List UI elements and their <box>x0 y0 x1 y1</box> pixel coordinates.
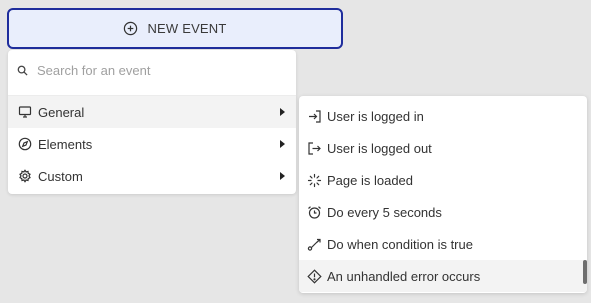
menu-item-label: General <box>38 104 85 120</box>
monitor-icon <box>18 105 32 119</box>
menu-item-custom[interactable]: Custom <box>8 160 296 192</box>
submenu-item-page-loaded[interactable]: Page is loaded <box>299 164 587 196</box>
submenu-item-condition-true[interactable]: Do when condition is true <box>299 228 587 260</box>
chevron-right-icon <box>280 108 285 116</box>
menu-item-label: Elements <box>38 136 93 152</box>
submenu-item-user-logged-in[interactable]: User is logged in <box>299 100 587 132</box>
compass-icon <box>18 137 32 151</box>
loader-icon <box>307 173 322 188</box>
submenu-item-label: Do every 5 seconds <box>327 204 442 220</box>
submenu-item-label: Do when condition is true <box>327 236 473 252</box>
logout-icon <box>307 141 322 156</box>
chevron-right-icon <box>280 172 285 180</box>
search-row <box>8 50 296 90</box>
gear-icon <box>18 169 32 183</box>
menu-item-elements[interactable]: Elements <box>8 128 296 160</box>
submenu-item-user-logged-out[interactable]: User is logged out <box>299 132 587 164</box>
submenu-item-label: Page is loaded <box>327 172 414 188</box>
alarm-clock-icon <box>307 205 322 220</box>
event-menu: General Elements Custom <box>8 50 296 194</box>
warning-diamond-icon <box>307 268 322 284</box>
submenu-item-label: User is logged in <box>327 108 424 124</box>
submenu-item-label: User is logged out <box>327 140 432 156</box>
search-input[interactable] <box>35 61 279 79</box>
route-icon <box>307 237 322 252</box>
menu-item-general[interactable]: General <box>8 96 296 128</box>
submenu-scrollbar[interactable] <box>583 260 587 284</box>
menu-item-label: Custom <box>38 168 83 184</box>
login-icon <box>307 109 322 124</box>
submenu-item-every-5-seconds[interactable]: Do every 5 seconds <box>299 196 587 228</box>
submenu-item-label: An unhandled error occurs <box>327 268 481 284</box>
new-event-label: NEW EVENT <box>147 21 227 36</box>
general-submenu: User is logged in User is logged out Pag… <box>299 96 587 293</box>
submenu-item-unhandled-error[interactable]: An unhandled error occurs <box>299 260 587 292</box>
chevron-right-icon <box>280 140 285 148</box>
plus-circle-icon <box>123 21 138 36</box>
search-icon <box>17 65 35 76</box>
new-event-button[interactable]: NEW EVENT <box>7 8 343 49</box>
